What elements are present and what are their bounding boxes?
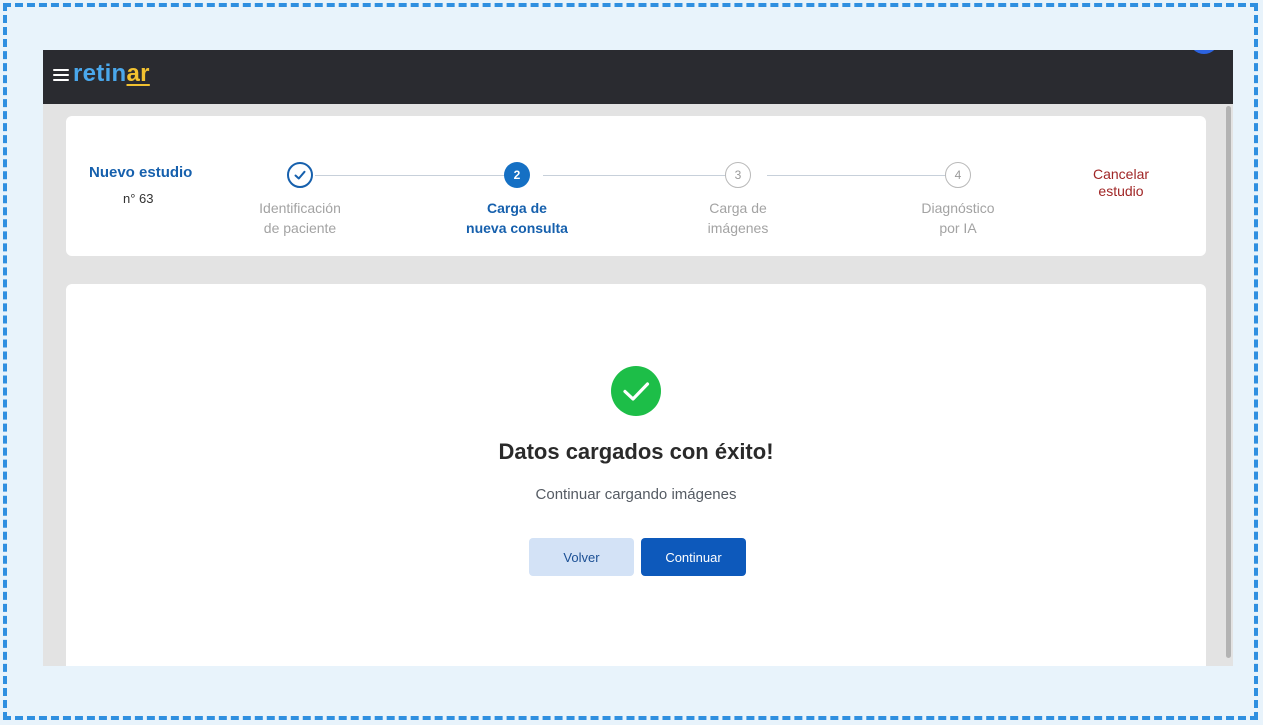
success-title: Datos cargados con éxito! xyxy=(498,439,774,464)
back-button[interactable]: Volver xyxy=(529,538,634,576)
check-circle-icon xyxy=(611,366,661,416)
logo-text-accent: ar xyxy=(126,60,150,87)
logo-text-main: retin xyxy=(73,60,127,87)
result-card: Datos cargados con éxito! Continuar carg… xyxy=(66,284,1206,666)
continue-button[interactable]: Continuar xyxy=(641,538,746,576)
stepper-card: Nuevo estudio n° 63 Identificación de pa… xyxy=(66,116,1206,256)
check-icon xyxy=(294,170,306,180)
vertical-scrollbar[interactable] xyxy=(1226,106,1231,658)
step-4-label: Diagnóstico por IA xyxy=(921,200,995,236)
step-connector xyxy=(543,175,739,176)
step-2-label: Carga de nueva consulta xyxy=(466,200,568,236)
cancel-study-link[interactable]: Cancelar estudio xyxy=(1076,166,1166,200)
step-connector xyxy=(767,175,959,176)
step-1-label: Identificación de paciente xyxy=(259,200,341,236)
success-subtitle: Continuar cargando imágenes xyxy=(535,486,737,503)
app-logo[interactable]: retinar xyxy=(73,60,150,88)
step-4-number: 4 xyxy=(945,162,971,188)
step-connector xyxy=(315,175,515,176)
app-window: retinar T Nuevo estudio n° 63 Identifica… xyxy=(43,50,1233,666)
study-number: n° 63 xyxy=(123,191,154,206)
step-3-number: 3 xyxy=(725,162,751,188)
study-title: Nuevo estudio xyxy=(89,164,193,181)
step-1-check-icon xyxy=(287,162,313,188)
step-2-number: 2 xyxy=(504,162,530,188)
step-3-label: Carga de imágenes xyxy=(707,200,769,236)
hamburger-menu-icon[interactable] xyxy=(53,69,69,83)
user-avatar[interactable]: T xyxy=(1189,50,1219,54)
top-bar: retinar T xyxy=(43,50,1233,104)
